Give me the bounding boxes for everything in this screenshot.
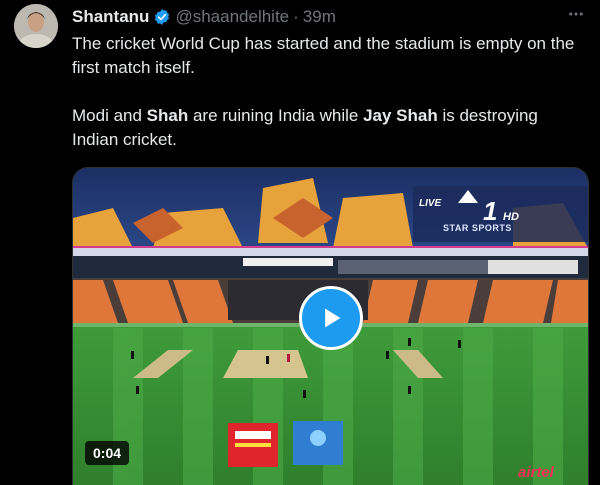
- author-avatar[interactable]: [14, 4, 58, 48]
- more-icon[interactable]: [566, 4, 586, 24]
- bold-text-segment: Shah: [146, 106, 189, 125]
- play-button[interactable]: [299, 286, 363, 350]
- tweet-paragraph-1: The cricket World Cup has started and th…: [72, 34, 575, 77]
- author-name[interactable]: Shantanu: [72, 7, 149, 27]
- tweet-text: The cricket World Cup has started and th…: [72, 32, 582, 152]
- separator-dot: ·: [293, 7, 299, 26]
- video-duration: 0:04: [85, 441, 130, 465]
- text-segment: are ruining India while: [188, 106, 364, 125]
- play-icon: [325, 308, 341, 328]
- author-handle[interactable]: @shaandelhite: [175, 7, 289, 27]
- live-badge: LIVE: [419, 198, 442, 209]
- video-player[interactable]: LIVE 1 HD STAR SPORTS airtel 0:04: [72, 167, 589, 485]
- channel-hd-label: HD: [503, 211, 519, 223]
- tweet-paragraph-2: Modi and Shah are ruining India while Ja…: [72, 104, 582, 152]
- tweet-timestamp[interactable]: 39m: [303, 7, 336, 27]
- text-segment: Modi and: [72, 106, 147, 125]
- tweet-header: Shantanu @shaandelhite · 39m: [72, 6, 588, 28]
- sponsor-text: airtel: [518, 464, 554, 481]
- bold-text-segment: Jay Shah: [363, 106, 438, 125]
- verified-badge-icon: [153, 8, 171, 26]
- broadcaster-label: STAR SPORTS: [443, 223, 512, 233]
